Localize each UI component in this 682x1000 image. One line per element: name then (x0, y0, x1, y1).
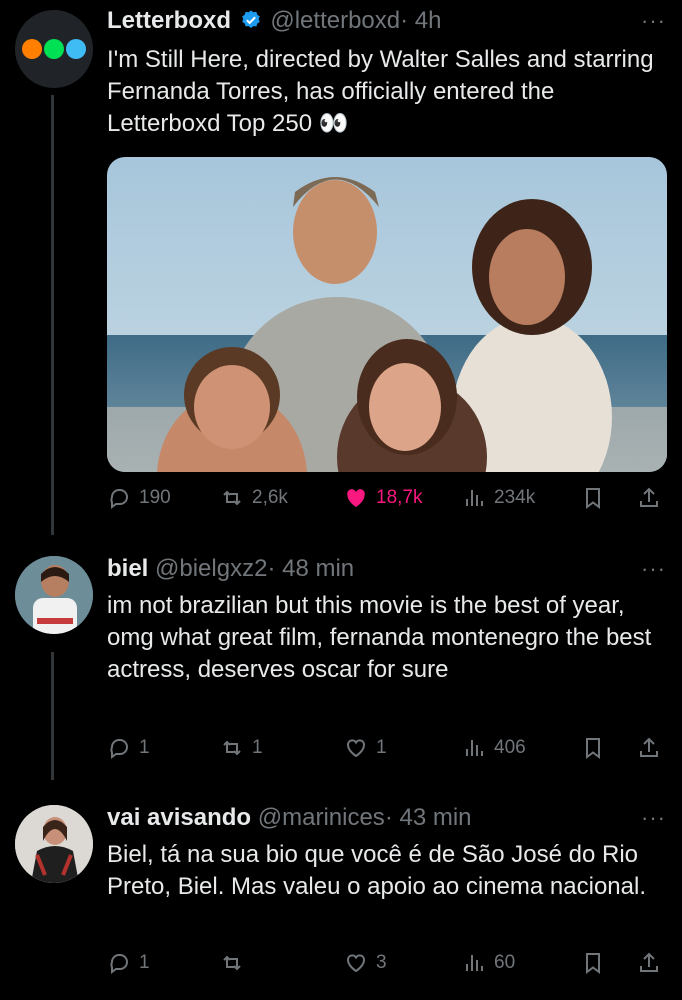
timestamp[interactable]: · 48 min (267, 555, 354, 582)
logo-dot-orange (22, 39, 42, 59)
reply-icon (110, 954, 128, 974)
view-count: 60 (494, 952, 516, 973)
reply-count: 190 (139, 487, 171, 508)
display-name[interactable]: biel (107, 555, 148, 582)
like-button[interactable]: 18,7k (344, 486, 422, 510)
share-button[interactable] (637, 951, 661, 975)
like-button[interactable]: 3 (344, 951, 387, 975)
views-button[interactable]: 406 (462, 736, 526, 760)
tweet-header: vai avisando @marinices· 43 min (107, 803, 472, 833)
views-icon (466, 955, 483, 971)
bookmark-button[interactable] (581, 951, 605, 975)
photo-image (107, 157, 667, 472)
user-handle[interactable]: @marinices (258, 804, 385, 831)
tweet-letterboxd[interactable]: Letterboxd @letterboxd· 4h ··· I'm Still… (0, 0, 682, 540)
share-button[interactable] (637, 486, 661, 510)
tweet-header: Letterboxd @letterboxd· 4h (107, 6, 441, 36)
views-button[interactable]: 60 (462, 951, 515, 975)
share-icon (640, 737, 658, 757)
bookmark-icon (586, 738, 600, 759)
share-button[interactable] (637, 736, 661, 760)
timestamp[interactable]: · 4h (400, 7, 441, 34)
tweet-reply-vai-avisando[interactable]: vai avisando @marinices· 43 min ··· Biel… (0, 785, 682, 1000)
reply-button[interactable]: 190 (107, 486, 171, 510)
reply-count: 1 (139, 737, 150, 758)
retweet-button[interactable] (220, 951, 252, 975)
tweet-actions: 1 1 1 406 (107, 736, 667, 766)
like-button[interactable]: 1 (344, 736, 387, 760)
tweet-text: im not brazilian but this movie is the b… (107, 592, 652, 683)
heart-icon (347, 739, 365, 758)
retweet-icon (223, 740, 241, 756)
heart-filled-icon (347, 489, 365, 507)
reply-icon (110, 739, 128, 759)
retweet-button[interactable]: 2,6k (220, 486, 288, 510)
avatar-image (15, 556, 93, 634)
bookmark-button[interactable] (581, 736, 605, 760)
display-name[interactable]: Letterboxd (107, 7, 231, 34)
view-count: 234k (494, 487, 536, 508)
avatar-image (15, 805, 93, 883)
share-icon (640, 487, 658, 507)
tweet-reply-biel[interactable]: biel @bielgxz2· 48 min ··· im not brazil… (0, 540, 682, 785)
views-button[interactable]: 234k (462, 486, 535, 510)
user-handle[interactable]: @bielgxz2 (155, 555, 267, 582)
like-count: 18,7k (376, 487, 423, 508)
retweet-count: 2,6k (252, 487, 288, 508)
user-handle[interactable]: @letterboxd (270, 7, 400, 34)
reply-button[interactable]: 1 (107, 736, 150, 760)
tweet-photo[interactable] (107, 157, 667, 472)
more-options-icon[interactable]: ··· (641, 556, 666, 582)
bookmark-button[interactable] (581, 486, 605, 510)
reply-count: 1 (139, 952, 150, 973)
verified-badge-icon (241, 10, 260, 28)
retweet-button[interactable]: 1 (220, 736, 263, 760)
view-count: 406 (494, 737, 526, 758)
retweet-count: 1 (252, 737, 263, 758)
bookmark-icon (586, 488, 600, 509)
retweet-icon (223, 955, 241, 971)
avatar-biel[interactable] (15, 556, 93, 634)
tweet-header: biel @bielgxz2· 48 min (107, 554, 354, 584)
like-count: 1 (376, 737, 387, 758)
views-icon (466, 740, 483, 756)
share-icon (640, 952, 658, 972)
bookmark-icon (586, 953, 600, 974)
views-icon (466, 490, 483, 506)
tweet-text: I'm Still Here, directed by Walter Salle… (107, 46, 654, 137)
timestamp[interactable]: · 43 min (385, 804, 472, 831)
like-count: 3 (376, 952, 387, 973)
tweet-actions: 1 3 60 (107, 951, 667, 981)
logo-dot-blue (66, 39, 86, 59)
heart-icon (347, 954, 365, 973)
avatar-vai-avisando[interactable] (15, 805, 93, 883)
more-options-icon[interactable]: ··· (641, 805, 666, 831)
avatar-letterboxd[interactable] (15, 10, 93, 88)
retweet-icon (223, 490, 241, 506)
display-name[interactable]: vai avisando (107, 804, 251, 831)
tweet-text: Biel, tá na sua bio que você é de São Jo… (107, 841, 646, 900)
reply-button[interactable]: 1 (107, 951, 150, 975)
reply-icon (110, 489, 128, 509)
tweet-actions: 190 2,6k 18,7k 234k (107, 486, 667, 516)
logo-dot-green (44, 39, 64, 59)
more-options-icon[interactable]: ··· (641, 8, 666, 34)
